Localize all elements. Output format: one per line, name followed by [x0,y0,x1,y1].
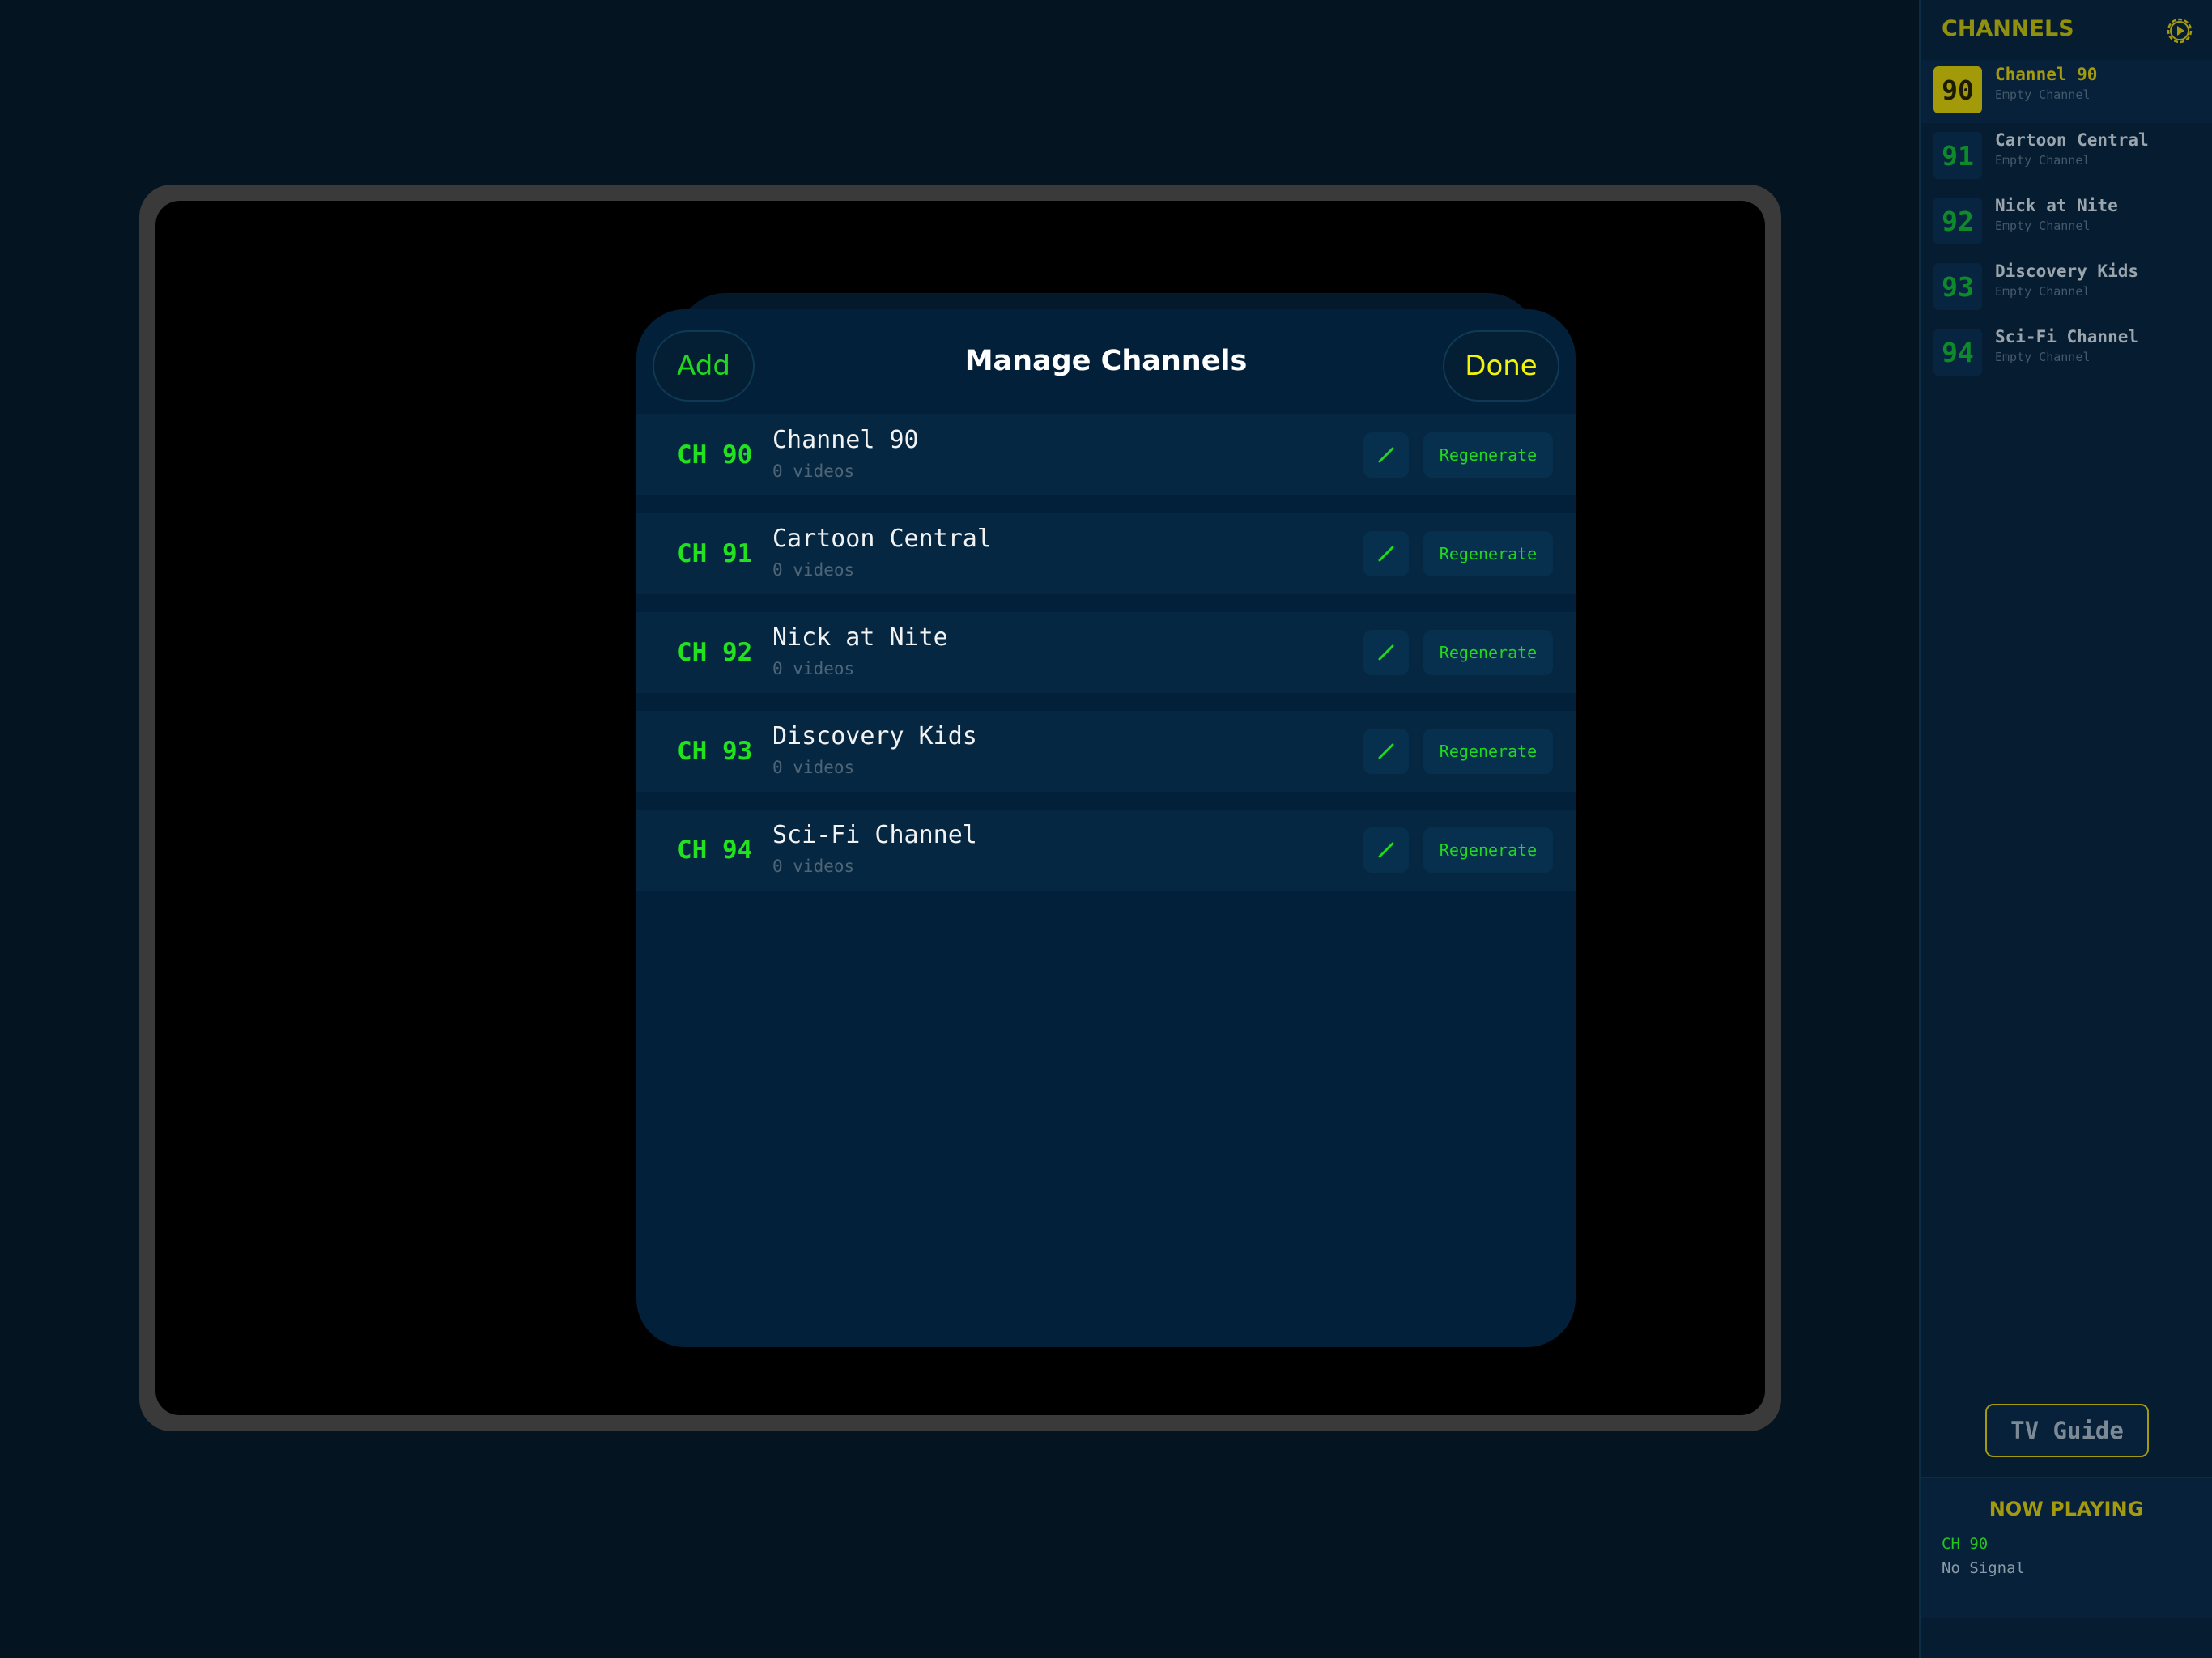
channel-badge: 90 [1933,66,1982,113]
regenerate-button[interactable]: Regenerate [1423,827,1553,873]
sidebar-item-status: Empty Channel [1995,284,2091,299]
channel-row: CH 94 Sci-Fi Channel 0 videos Regenerate [636,810,1576,891]
now-playing-channel: CH 90 [1942,1535,1989,1553]
channel-name: Nick at Nite [772,623,948,652]
regenerate-button[interactable]: Regenerate [1423,630,1553,675]
channel-name: Channel 90 [772,426,919,454]
channel-video-count: 0 videos [772,857,855,876]
channel-badge: 91 [1933,132,1982,179]
now-playing-status: No Signal [1942,1559,2025,1577]
sidebar-item-cartoon-central[interactable]: 91 Cartoon Central Empty Channel [1921,125,2212,189]
sidebar-item-label: Discovery Kids [1995,261,2139,281]
pencil-icon [1378,447,1394,463]
manage-channels-modal: Add Manage Channels Done CH 90 Channel 9… [636,309,1576,1347]
channel-badge: 94 [1933,329,1982,376]
channel-number: CH 90 [677,440,753,470]
sidebar-item-status: Empty Channel [1995,87,2091,102]
regenerate-button[interactable]: Regenerate [1423,432,1553,478]
channel-name: Cartoon Central [772,525,992,553]
channel-video-count: 0 videos [772,461,855,481]
done-button[interactable]: Done [1443,330,1559,402]
channel-number: CH 92 [677,638,753,667]
channel-video-count: 0 videos [772,758,855,777]
modal-header: Add Manage Channels Done [636,309,1576,414]
channel-row: CH 91 Cartoon Central 0 videos Regenerat… [636,513,1576,594]
edit-button[interactable] [1363,432,1409,478]
tv-guide-button[interactable]: TV Guide [1985,1404,2149,1457]
channel-row: CH 93 Discovery Kids 0 videos Regenerate [636,711,1576,792]
channel-row: CH 92 Nick at Nite 0 videos Regenerate [636,612,1576,693]
channel-name: Sci-Fi Channel [772,821,977,849]
edit-button[interactable] [1363,630,1409,675]
regenerate-button[interactable]: Regenerate [1423,729,1553,774]
channel-badge: 93 [1933,263,1982,310]
channel-video-count: 0 videos [772,659,855,678]
channel-row: CH 90 Channel 90 0 videos Regenerate [636,414,1576,495]
channel-number: CH 91 [677,539,753,568]
pencil-icon [1378,842,1394,858]
edit-button[interactable] [1363,827,1409,873]
sidebar-item-label: Cartoon Central [1995,130,2149,150]
channel-number: CH 93 [677,737,753,766]
sidebar-item-channel-90[interactable]: 90 Channel 90 Empty Channel [1921,60,2212,123]
sidebar-item-label: Sci-Fi Channel [1995,327,2139,346]
sidebar-item-discovery-kids[interactable]: 93 Discovery Kids Empty Channel [1921,257,2212,320]
pencil-icon [1378,546,1394,562]
sidebar-item-status: Empty Channel [1995,153,2091,168]
channel-name: Discovery Kids [772,722,977,750]
now-playing-title: NOW PLAYING [1989,1498,2144,1520]
edit-button[interactable] [1363,729,1409,774]
now-playing-panel: NOW PLAYING CH 90 No Signal [1921,1477,2212,1618]
gear-play-icon[interactable] [2163,15,2196,47]
sidebar-title: CHANNELS [1942,16,2074,41]
sidebar-item-nick-at-nite[interactable]: 92 Nick at Nite Empty Channel [1921,191,2212,254]
regenerate-button[interactable]: Regenerate [1423,531,1553,576]
channel-video-count: 0 videos [772,560,855,580]
modal-title: Manage Channels [964,345,1248,377]
sidebar-item-status: Empty Channel [1995,350,2091,364]
sidebar-item-label: Nick at Nite [1995,196,2118,215]
edit-button[interactable] [1363,531,1409,576]
pencil-icon [1378,644,1394,661]
channel-number: CH 94 [677,835,753,865]
channel-badge: 92 [1933,198,1982,244]
sidebar-item-status: Empty Channel [1995,219,2091,233]
pencil-icon [1378,743,1394,759]
sidebar-item-sci-fi-channel[interactable]: 94 Sci-Fi Channel Empty Channel [1921,322,2212,385]
channels-sidebar: CHANNELS 90 Channel 90 Empty Channel 91 … [1919,0,2212,1658]
sidebar-item-label: Channel 90 [1995,65,2098,84]
